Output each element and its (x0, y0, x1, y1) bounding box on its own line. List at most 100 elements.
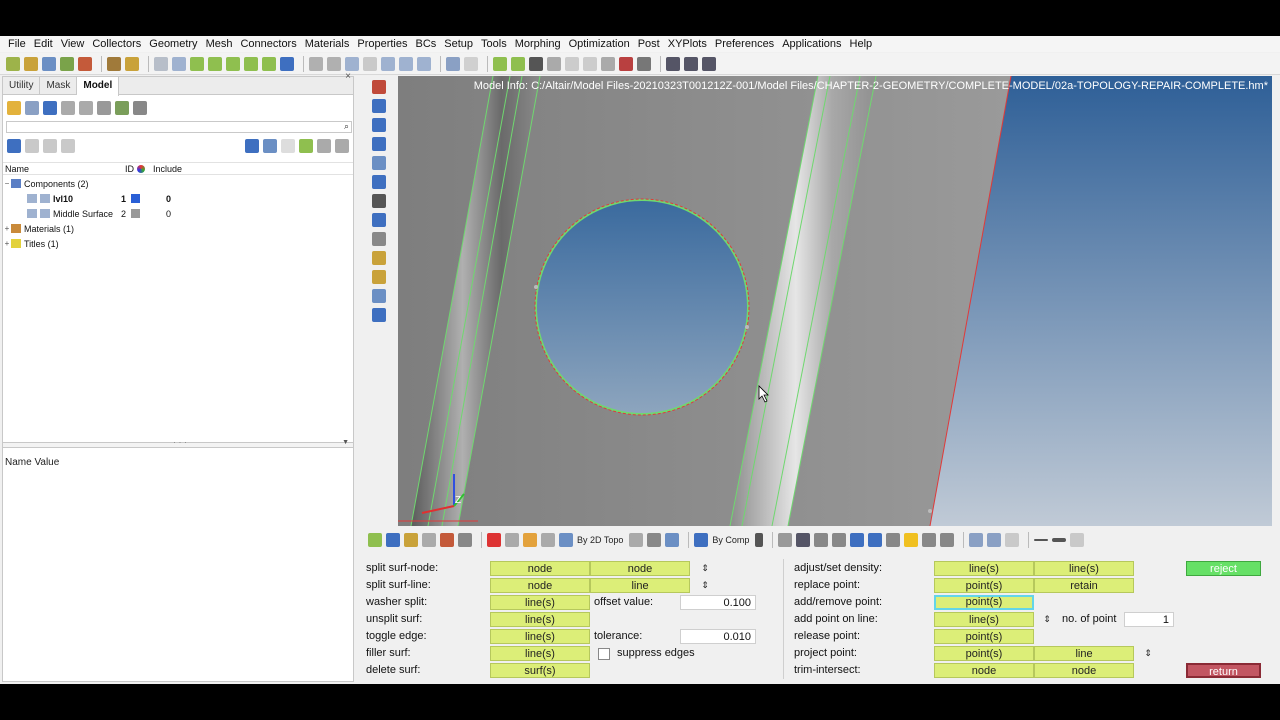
display-mode-icon[interactable] (245, 139, 259, 153)
zoom-in-icon[interactable] (226, 56, 240, 71)
arrow-right-icon[interactable] (987, 533, 1002, 547)
save-model-icon[interactable] (42, 56, 56, 71)
add-point-on-line-lines-button[interactable]: line(s) (934, 612, 1034, 627)
zoom-out-icon[interactable] (244, 56, 258, 71)
redo-icon[interactable] (464, 56, 478, 71)
component-icon[interactable] (7, 101, 21, 115)
component-color-swatch[interactable] (131, 194, 140, 203)
abc-rename-icon[interactable] (372, 251, 386, 265)
open-model-icon[interactable] (24, 56, 38, 71)
box-view-icon[interactable] (601, 56, 615, 71)
column-name[interactable]: Name (5, 164, 29, 174)
menu-tools[interactable]: Tools (477, 38, 511, 50)
tab-utility[interactable]: Utility (3, 77, 41, 95)
arrow-left-icon[interactable] (969, 533, 984, 547)
suppress-edges-checkbox[interactable] (598, 648, 610, 660)
hole-surface[interactable] (535, 199, 749, 415)
split-surf-line-node-button[interactable]: node (490, 578, 590, 593)
zoom-box-icon[interactable] (208, 56, 222, 71)
element-icon[interactable] (372, 175, 386, 189)
cursor-icon[interactable] (281, 139, 295, 153)
model-geometry-canvas[interactable]: Z X Y (398, 76, 1272, 526)
hide-icon[interactable] (43, 139, 57, 153)
rotate-model-icon[interactable] (505, 533, 519, 547)
toggle-edge-lines-button[interactable]: line(s) (490, 629, 590, 644)
menu-edit[interactable]: Edit (30, 38, 57, 50)
column-id[interactable]: ID (125, 164, 134, 174)
magnify-area-icon[interactable] (327, 56, 341, 71)
tolerance-input[interactable]: 0.010 (680, 629, 756, 644)
wireframe-icon[interactable] (565, 56, 579, 71)
visibility-icon[interactable] (317, 139, 331, 153)
unsplit-surf-lines-button[interactable]: line(s) (490, 612, 590, 627)
user-profile-icon[interactable] (107, 56, 121, 71)
dropdown-icon[interactable] (755, 533, 764, 547)
comp-icon[interactable] (694, 533, 709, 547)
eye-icon[interactable] (335, 139, 349, 153)
new-model-icon[interactable] (6, 56, 20, 71)
display-icon[interactable] (372, 99, 386, 113)
adjust-density-lines-button[interactable]: line(s) (934, 561, 1034, 576)
pencil-icon[interactable] (511, 56, 525, 71)
line-icon[interactable] (814, 533, 829, 547)
panel-splitter[interactable]: · · · ▼ (3, 437, 353, 448)
menu-optimization[interactable]: Optimization (565, 38, 634, 50)
monitor-icon[interactable] (868, 533, 883, 547)
settings-icon[interactable] (115, 101, 129, 115)
return-button[interactable]: return (1186, 663, 1261, 678)
menu-connectors[interactable]: Connectors (236, 38, 300, 50)
expand-icon[interactable]: + (3, 239, 11, 248)
trim-intersect-node2-button[interactable]: node (1034, 663, 1134, 678)
menu-view[interactable]: View (57, 38, 89, 50)
minus-icon[interactable] (1034, 539, 1049, 541)
tree-item-materials[interactable]: + Materials (1) (3, 221, 353, 236)
layout-icon[interactable] (922, 533, 937, 547)
menu-collectors[interactable]: Collectors (88, 38, 145, 50)
column-include[interactable]: Include (153, 164, 182, 174)
washer-split-lines-button[interactable]: line(s) (490, 595, 590, 610)
display-group-icon[interactable] (263, 139, 277, 153)
shaded-view-icon[interactable] (547, 56, 561, 71)
mesh-icon[interactable] (368, 533, 382, 547)
menu-post[interactable]: Post (634, 38, 664, 50)
fixed-point[interactable] (745, 325, 749, 329)
menu-setup[interactable]: Setup (440, 38, 477, 50)
component-color-swatch[interactable] (131, 209, 140, 218)
fixed-point[interactable] (534, 285, 538, 289)
component-icon[interactable] (404, 533, 418, 547)
tree-item-middle-surface[interactable]: Middle Surface 2 0 (3, 206, 353, 221)
view-cube-icon[interactable] (280, 56, 294, 71)
tree-item-lvl10[interactable]: lvl10 1 0 (3, 191, 353, 206)
color-icon[interactable] (299, 139, 313, 153)
autosave-icon[interactable] (386, 533, 400, 547)
tree-item-components[interactable]: − Components (2) (3, 176, 353, 191)
replace-point-points-button[interactable]: point(s) (934, 578, 1034, 593)
spin-icon[interactable] (381, 56, 395, 71)
solver-icon[interactable] (458, 533, 472, 547)
project-point-toggle[interactable]: ⇕ (1141, 646, 1155, 661)
clip-icon[interactable] (637, 56, 651, 71)
export-icon[interactable] (78, 56, 92, 71)
query-icon[interactable] (702, 56, 716, 71)
cube-icon[interactable] (665, 533, 680, 547)
export-icon[interactable] (440, 533, 454, 547)
cut-plane-icon[interactable] (619, 56, 633, 71)
sum-icon[interactable] (666, 56, 680, 71)
undo-icon[interactable] (446, 56, 460, 71)
numbers-icon[interactable] (372, 213, 386, 227)
split-surf-node-node2-button[interactable]: node (590, 561, 690, 576)
script-icon[interactable] (684, 56, 698, 71)
lock-icon[interactable] (529, 56, 543, 71)
menu-properties[interactable]: Properties (353, 38, 411, 50)
no-of-point-input[interactable]: 1 (1124, 612, 1174, 627)
line-icon[interactable] (493, 56, 507, 71)
menu-geometry[interactable]: Geometry (145, 38, 201, 50)
color-mode-dropdown[interactable]: By 2D Topo (577, 535, 623, 545)
folder-icon[interactable] (125, 56, 139, 71)
menu-help[interactable]: Help (846, 38, 877, 50)
browser-search-input[interactable]: ⌕ (6, 121, 352, 133)
zoom-icon[interactable] (154, 56, 168, 71)
project-point-line-button[interactable]: line (1034, 646, 1134, 661)
abc-label-icon[interactable] (372, 232, 386, 246)
orbit-icon[interactable] (417, 56, 431, 71)
